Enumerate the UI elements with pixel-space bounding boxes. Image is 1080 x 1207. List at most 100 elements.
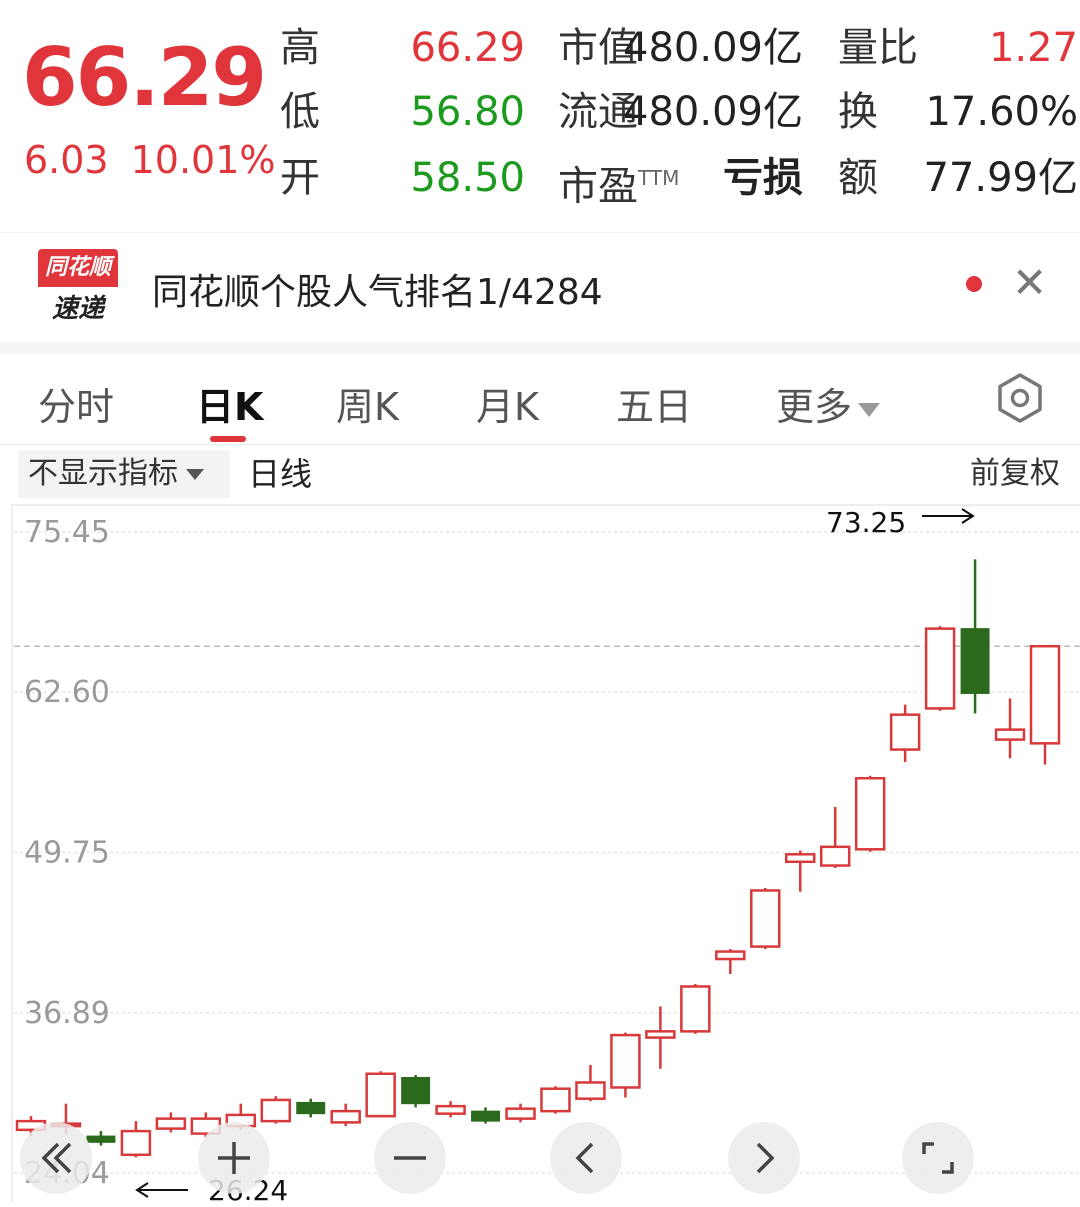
turnover-value: 17.60% [925, 89, 1078, 135]
candle-body [715, 950, 746, 961]
turnover-label: 换 [838, 89, 878, 135]
candle-body [365, 1072, 396, 1118]
candle-body [505, 1107, 536, 1120]
zoom-out-button[interactable] [374, 1122, 446, 1194]
tab-intraday[interactable]: 分时 [38, 376, 114, 431]
settings-hex-icon[interactable] [994, 372, 1046, 424]
scroll-left-button[interactable] [550, 1122, 622, 1194]
candle[interactable] [715, 949, 746, 975]
price-adjust-toggle[interactable]: 前复权 [970, 450, 1060, 498]
candle-body [401, 1076, 431, 1105]
volume-ratio-label: 量比 [838, 25, 918, 71]
candle[interactable] [960, 559, 990, 714]
volume-ratio-row: 量比 1.27 [838, 18, 1080, 78]
candle-body [296, 1101, 326, 1115]
tab-more[interactable]: 更多 [776, 376, 881, 431]
arrow-right-icon [922, 508, 975, 524]
candle-body [435, 1104, 466, 1115]
open-label: 开 [280, 155, 320, 201]
candle[interactable] [260, 1096, 291, 1124]
scroll-right-button[interactable] [728, 1122, 800, 1194]
close-icon[interactable]: ✕ [1012, 262, 1047, 304]
candle-body [924, 627, 956, 710]
tab-more-label: 更多 [776, 385, 853, 429]
candle-body [889, 713, 921, 751]
candle[interactable] [680, 983, 711, 1034]
candlestick-chart[interactable]: 75.4562.6049.7536.8924.04 [0, 504, 1080, 1203]
change-percent: 10.01% [130, 138, 276, 182]
quote-header: 66.29 6.03 10.01% 高 66.29 低 56.80 开 58.50… [0, 0, 1080, 220]
candle-body [155, 1117, 187, 1130]
candle[interactable] [296, 1098, 326, 1118]
amount-label: 额 [838, 155, 878, 201]
chevron-left-icon [575, 1142, 594, 1174]
indicator-bar: 不显示指标 日线 前复权 [0, 446, 1080, 504]
tab-daily-k[interactable]: 日K [196, 376, 263, 431]
caret-down-icon [186, 469, 204, 480]
amount-row: 额 77.99亿 [838, 148, 1080, 208]
caret-down-icon [858, 402, 881, 417]
candle[interactable] [365, 1071, 396, 1118]
candle-body [471, 1110, 501, 1122]
candle-body [680, 985, 711, 1033]
tab-weekly-k[interactable]: 周K [336, 376, 399, 431]
pe-label-text: 市盈 [558, 163, 638, 210]
candle-body [330, 1109, 361, 1124]
market-cap-value: 480.09亿 [623, 25, 803, 71]
candle[interactable] [540, 1086, 571, 1114]
candle[interactable] [889, 704, 921, 763]
price-change: 6.03 10.01% [24, 138, 298, 182]
high-value: 66.29 [410, 25, 525, 71]
candle[interactable] [330, 1103, 361, 1127]
candle-body [120, 1129, 152, 1157]
candle[interactable] [575, 1065, 606, 1102]
candle[interactable] [155, 1112, 187, 1133]
candle-body [960, 628, 990, 694]
zoom-in-button[interactable] [198, 1122, 270, 1194]
candle[interactable] [435, 1101, 466, 1118]
candle[interactable] [854, 775, 886, 852]
candle[interactable] [645, 1006, 676, 1069]
indicator-select-label: 不显示指标 [28, 456, 178, 491]
candle-body [750, 889, 781, 948]
pe-value: 亏损 [723, 155, 803, 201]
popularity-notice[interactable]: 同花顺 速递 同花顺个股人气排名1/4284 [0, 232, 1080, 343]
market-cap-row: 市值 480.09亿 [558, 18, 803, 78]
candle-body [260, 1098, 291, 1123]
section-divider [0, 342, 1080, 354]
candle[interactable] [924, 626, 956, 711]
candle[interactable] [785, 850, 816, 892]
plus-icon [218, 1142, 250, 1174]
candle-body [819, 845, 851, 867]
indicator-select[interactable]: 不显示指标 [18, 450, 230, 498]
double-left-icon [41, 1142, 72, 1174]
candle[interactable] [401, 1074, 431, 1108]
pe-row: 市盈TTM 亏损 [558, 148, 803, 209]
candle[interactable] [750, 887, 781, 950]
pe-label: 市盈TTM [558, 148, 679, 216]
tab-monthly-k[interactable]: 月K [476, 376, 539, 431]
candle[interactable] [471, 1107, 501, 1124]
change-amount: 6.03 [24, 138, 109, 182]
fullscreen-button[interactable] [902, 1122, 974, 1194]
fullscreen-icon [922, 1142, 954, 1174]
candle[interactable] [1029, 644, 1061, 765]
candle-body [994, 728, 1026, 741]
chart-high-annotation: 73.25 [826, 506, 907, 539]
candle[interactable] [505, 1103, 536, 1123]
candle[interactable] [610, 1032, 641, 1098]
logo-top-text: 同花顺 [38, 249, 118, 287]
candle-body [610, 1033, 641, 1089]
candle[interactable] [120, 1121, 152, 1158]
tab-five-day[interactable]: 五日 [616, 376, 692, 431]
float-cap-value: 480.09亿 [623, 89, 803, 135]
y-tick-label: 62.60 [24, 675, 110, 710]
notice-text[interactable]: 同花顺个股人气排名1/4284 [152, 263, 603, 315]
y-tick-label: 49.75 [24, 835, 110, 870]
candle-body [540, 1087, 571, 1113]
y-tick-label: 36.89 [24, 996, 110, 1031]
candle[interactable] [994, 698, 1026, 759]
candle[interactable] [819, 806, 851, 869]
y-tick-label: 75.45 [24, 515, 110, 550]
scroll-to-start-button[interactable] [20, 1122, 92, 1194]
